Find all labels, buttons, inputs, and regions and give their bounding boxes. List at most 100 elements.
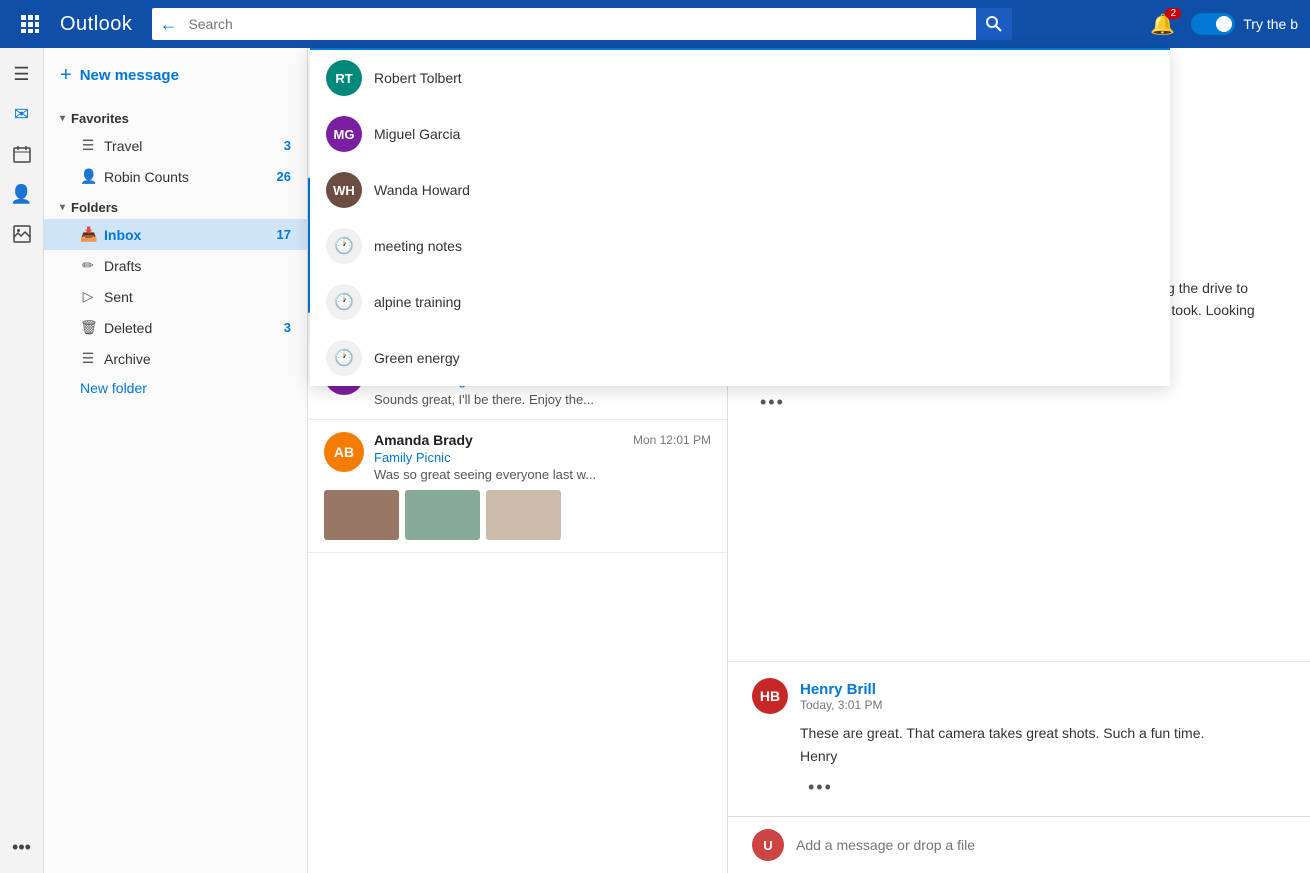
reply-bar: U [728, 816, 1310, 873]
suggestion-wanda-howard[interactable]: WH Wanda Howard [310, 162, 1170, 218]
thread-sender-row: HB Henry Brill Today, 3:01 PM [752, 678, 1286, 714]
suggestion-alpine-training[interactable]: 🕐 alpine training [310, 274, 1170, 330]
sidebar-icon-strip: ☰ ✉ 👤 ••• [0, 48, 44, 873]
beta-toggle[interactable] [1191, 13, 1235, 35]
try-beta-section: Try the b [1191, 13, 1298, 35]
sidebar-item-deleted[interactable]: 🗑 Deleted 3 [44, 312, 307, 343]
inbox-label: Inbox [104, 227, 269, 243]
thread-body-2: Henry [800, 745, 1286, 767]
reply-avatar: U [752, 829, 784, 861]
search-wrapper: ← [152, 8, 1012, 40]
sidebar-item-travel[interactable]: ☰ Travel 3 [44, 130, 307, 161]
top-bar: Outlook ← 🔔 2 Try the b [0, 0, 1310, 48]
favorites-chevron: ▾ [60, 113, 65, 124]
mail-icon[interactable]: ✉ [4, 96, 40, 132]
search-dropdown: RT Robert Tolbert MG Miguel Garcia WH Wa… [310, 48, 1170, 386]
inbox-icon: 📥 [80, 226, 96, 243]
suggestion-green-energy[interactable]: 🕐 Green energy [310, 330, 1170, 386]
amanda-thumb-3 [486, 490, 561, 540]
deleted-icon: 🗑 [80, 319, 96, 336]
email-more-actions-button[interactable]: ••• [752, 390, 793, 415]
new-message-button[interactable]: + New message [44, 48, 307, 103]
suggestion-name-0: Robert Tolbert [374, 70, 462, 86]
reply-input[interactable] [796, 837, 1286, 853]
sidebar-item-drafts[interactable]: ✏ Drafts [44, 250, 307, 281]
top-bar-right: 🔔 2 Try the b [1150, 12, 1298, 37]
thread-more-actions-button[interactable]: ••• [800, 775, 841, 800]
sidebar-item-robin[interactable]: 👤 Robin Counts 26 [44, 161, 307, 192]
message-body-amanda: Amanda Brady Mon 12:01 PM Family Picnic … [374, 432, 711, 482]
clock-icon-1: 🕐 [326, 284, 362, 320]
thread-sender-time: Today, 3:01 PM [800, 698, 1286, 712]
time-amanda: Mon 12:01 PM [633, 433, 711, 447]
deleted-count: 3 [284, 320, 291, 335]
travel-count: 3 [284, 138, 291, 153]
robin-contact-icon: 👤 [80, 168, 96, 185]
amanda-attachments [324, 490, 711, 540]
suggestion-meeting-notes[interactable]: 🕐 meeting notes [310, 218, 1170, 274]
thread-body-1: These are great. That camera takes great… [800, 722, 1286, 744]
thread-avatar-henry: HB [752, 678, 788, 714]
message-item-amanda[interactable]: AB Amanda Brady Mon 12:01 PM Family Picn… [308, 420, 727, 553]
robin-count: 26 [277, 169, 291, 184]
left-nav-panel: + New message ▾ Favorites ☰ Travel 3 👤 R… [44, 48, 308, 873]
robin-label: Robin Counts [104, 169, 269, 185]
calendar-icon[interactable] [4, 136, 40, 172]
photos-icon[interactable] [4, 216, 40, 252]
subject-amanda: Family Picnic [374, 450, 711, 465]
folders-label: Folders [71, 200, 118, 215]
suggestion-name-2: Wanda Howard [374, 182, 470, 198]
sender-amanda: Amanda Brady [374, 432, 473, 448]
avatar-robert: RT [326, 60, 362, 96]
sidebar-item-archive[interactable]: ☰ Archive [44, 343, 307, 374]
new-folder-link[interactable]: New folder [44, 374, 307, 402]
search-input[interactable] [152, 8, 1012, 40]
favorites-header[interactable]: ▾ Favorites [44, 103, 307, 130]
clock-icon-2: 🕐 [326, 340, 362, 376]
drafts-label: Drafts [104, 258, 291, 274]
deleted-label: Deleted [104, 320, 276, 336]
waffle-menu-icon[interactable] [12, 6, 48, 42]
amanda-thumb-1 [324, 490, 399, 540]
search-submit-button[interactable] [976, 8, 1012, 40]
notification-button[interactable]: 🔔 2 [1150, 12, 1175, 37]
archive-icon: ☰ [80, 350, 96, 367]
travel-label: Travel [104, 138, 276, 154]
thread-sender-info: Henry Brill Today, 3:01 PM [800, 681, 1286, 712]
more-icon[interactable]: ••• [4, 829, 40, 865]
notification-badge: 2 [1165, 8, 1181, 19]
new-message-label: New message [80, 67, 179, 84]
sent-icon: ▷ [80, 288, 96, 305]
thread-item-henry: HB Henry Brill Today, 3:01 PM These are … [728, 661, 1310, 816]
avatar-amanda: AB [324, 432, 364, 472]
sidebar-item-sent[interactable]: ▷ Sent [44, 281, 307, 312]
hamburger-icon[interactable]: ☰ [4, 56, 40, 92]
archive-label: Archive [104, 351, 291, 367]
suggestion-name-1: Miguel Garcia [374, 126, 460, 142]
thread-body: These are great. That camera takes great… [800, 722, 1286, 767]
preview-miguel: Sounds great, I'll be there. Enjoy the..… [374, 392, 711, 407]
avatar-wanda: WH [326, 172, 362, 208]
contacts-icon[interactable]: 👤 [4, 176, 40, 212]
travel-folder-icon: ☰ [80, 137, 96, 154]
clock-icon-0: 🕐 [326, 228, 362, 264]
avatar-miguel: MG [326, 116, 362, 152]
suggestion-name-5: Green energy [374, 350, 460, 366]
app-title: Outlook [60, 13, 132, 36]
amanda-thumb-2 [405, 490, 480, 540]
thread-sender-name: Henry Brill [800, 681, 1286, 698]
plus-icon: + [60, 64, 72, 87]
suggestion-robert-tolbert[interactable]: RT Robert Tolbert [310, 50, 1170, 106]
sidebar-item-inbox[interactable]: 📥 Inbox 17 [44, 219, 307, 250]
inbox-count: 17 [277, 227, 291, 242]
suggestion-name-4: alpine training [374, 294, 461, 310]
favorites-label: Favorites [71, 111, 129, 126]
try-beta-label: Try the b [1243, 16, 1298, 32]
sent-label: Sent [104, 289, 291, 305]
suggestion-name-3: meeting notes [374, 238, 462, 254]
folders-chevron: ▾ [60, 202, 65, 213]
back-icon[interactable]: ← [152, 8, 184, 40]
folders-header[interactable]: ▾ Folders [44, 192, 307, 219]
suggestion-miguel-garcia[interactable]: MG Miguel Garcia [310, 106, 1170, 162]
drafts-icon: ✏ [80, 257, 96, 274]
